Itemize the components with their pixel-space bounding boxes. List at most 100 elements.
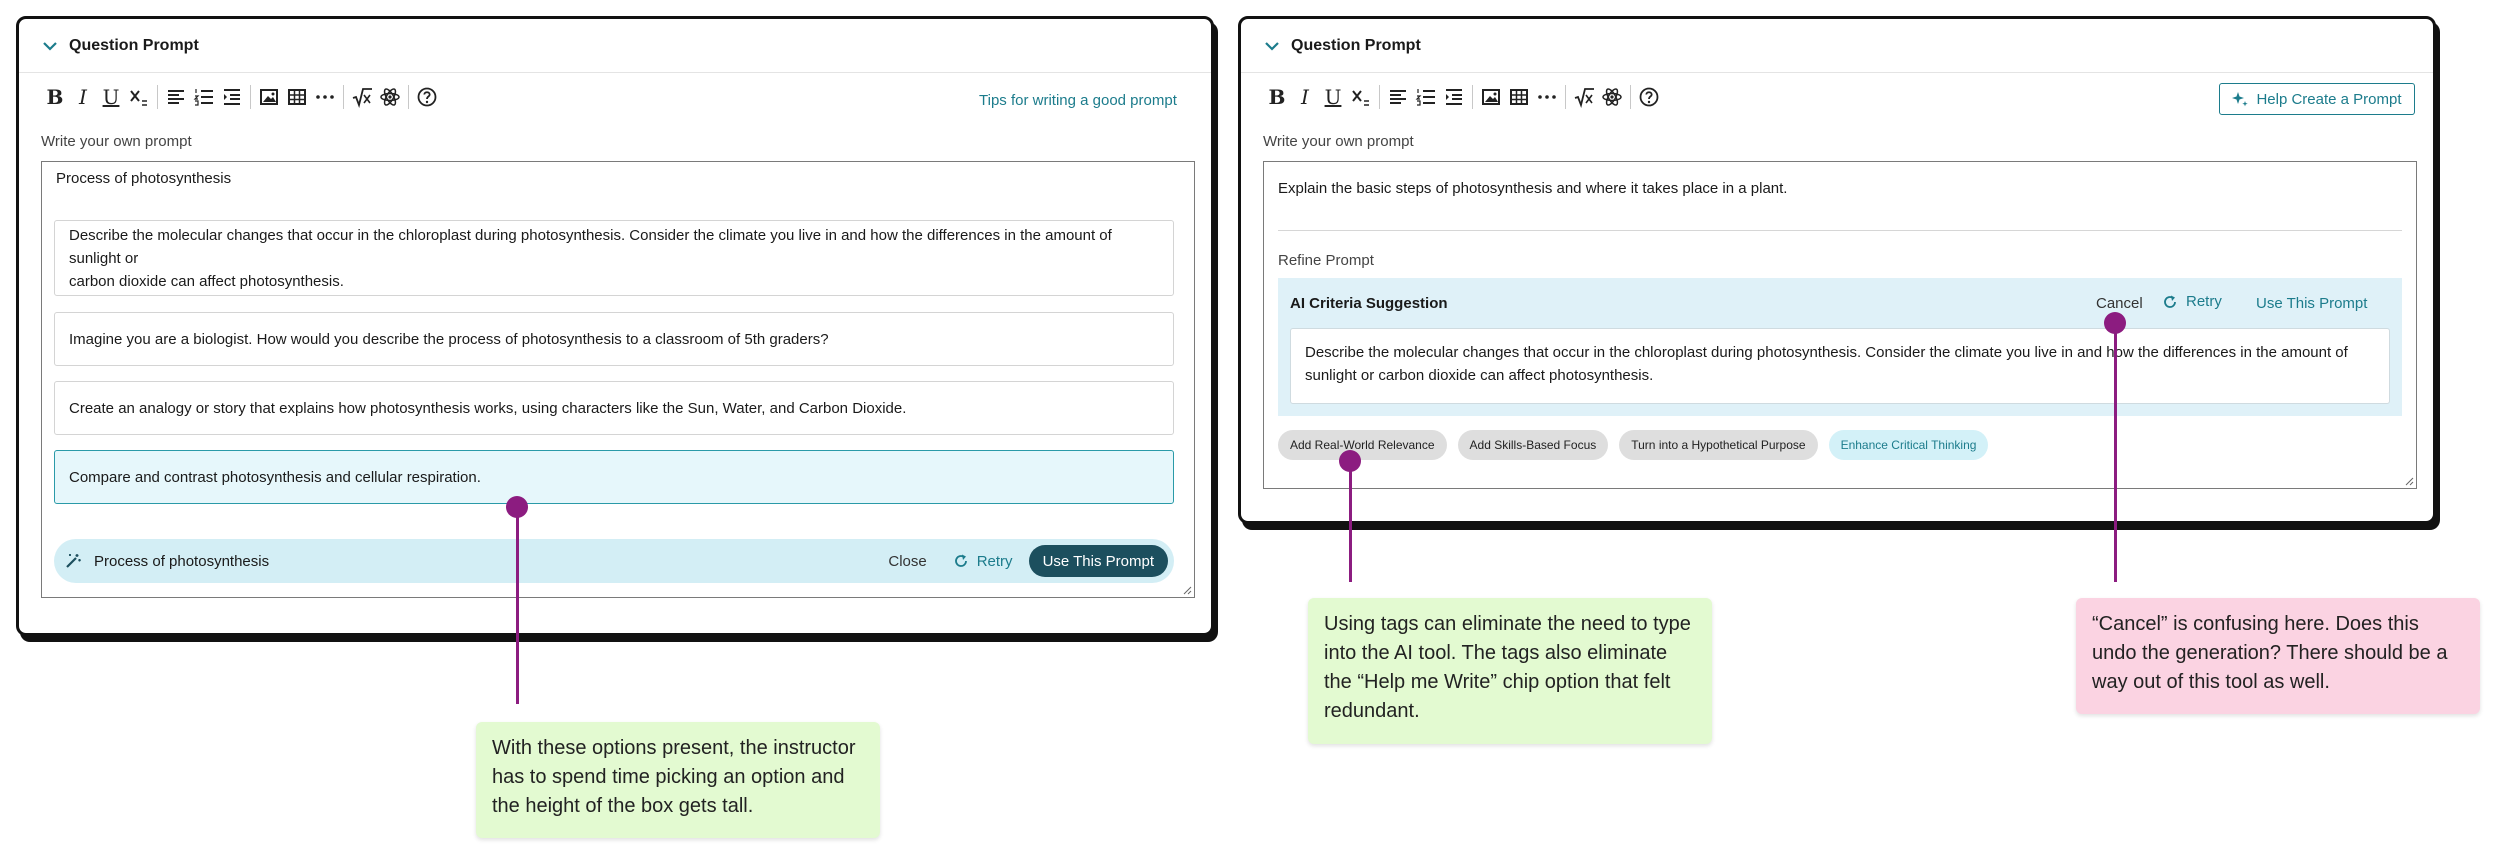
- suggestion-option-selected[interactable]: Compare and contrast photosynthesis and …: [54, 450, 1174, 504]
- question-circle-icon: [417, 87, 437, 107]
- tag-critical-thinking[interactable]: Enhance Critical Thinking: [1828, 430, 1989, 460]
- prompt-editor[interactable]: Process of photosynthesis Describe the m…: [41, 161, 1195, 598]
- ai-suggestion-text[interactable]: Describe the molecular changes that occu…: [1290, 328, 2390, 404]
- use-this-prompt-button[interactable]: Use This Prompt: [2256, 295, 2367, 312]
- indent-button[interactable]: [218, 83, 246, 111]
- table-icon: [288, 89, 306, 105]
- toolbar-divider: [250, 85, 251, 109]
- editor-divider: [1278, 230, 2402, 231]
- retry-button[interactable]: Retry: [953, 553, 1013, 570]
- align-button[interactable]: [1384, 83, 1412, 111]
- magic-wand-icon: [66, 554, 81, 568]
- annotation-pin: [506, 496, 528, 518]
- align-button[interactable]: [162, 83, 190, 111]
- indent-icon: [1446, 89, 1462, 105]
- table-icon: [1510, 89, 1528, 105]
- toolbar-divider: [1379, 85, 1380, 109]
- tag-real-world-relevance[interactable]: Add Real-World Relevance: [1278, 430, 1447, 460]
- more-options-button[interactable]: [1533, 83, 1561, 111]
- subscript-button[interactable]: [125, 83, 153, 111]
- suggestion-option[interactable]: Imagine you are a biologist. How would y…: [54, 312, 1174, 366]
- refresh-icon: [2164, 295, 2176, 308]
- numbered-list-button[interactable]: [190, 83, 218, 111]
- subscript-icon: [130, 90, 147, 106]
- chevron-down-icon[interactable]: [41, 37, 59, 55]
- resize-handle-icon[interactable]: [2404, 476, 2414, 486]
- numbered-list-button[interactable]: [1412, 83, 1440, 111]
- italic-button[interactable]: I: [1291, 83, 1319, 111]
- atom-icon: [1602, 88, 1622, 106]
- use-this-prompt-button[interactable]: Use This Prompt: [1028, 545, 1168, 577]
- retry-label: Retry: [2186, 293, 2222, 310]
- square-root-icon: [1574, 88, 1594, 108]
- option-text: Imagine you are a biologist. How would y…: [69, 330, 829, 348]
- subscript-button[interactable]: [1347, 83, 1375, 111]
- write-prompt-label: Write your own prompt: [41, 133, 192, 150]
- panel-header[interactable]: Question Prompt: [19, 19, 1211, 73]
- suggestion-option[interactable]: Create an analogy or story that explains…: [54, 381, 1174, 435]
- prompt-editor[interactable]: Explain the basic steps of photosynthesi…: [1263, 161, 2417, 489]
- ai-bar-text[interactable]: Process of photosynthesis: [94, 553, 888, 570]
- tag-skills-based-focus[interactable]: Add Skills-Based Focus: [1457, 430, 1609, 460]
- numbered-list-icon: [193, 89, 213, 106]
- question-prompt-panel-right: Question Prompt B I U Help Create a Prom…: [1238, 16, 2436, 524]
- chemistry-button[interactable]: [1598, 83, 1626, 111]
- chemistry-button[interactable]: [376, 83, 404, 111]
- panel-header[interactable]: Question Prompt: [1241, 19, 2433, 73]
- annotation-note: Using tags can eliminate the need to typ…: [1308, 598, 1712, 744]
- panel-title: Question Prompt: [1291, 36, 1421, 54]
- annotation-pin: [2104, 312, 2126, 334]
- help-create-prompt-button[interactable]: Help Create a Prompt: [2219, 83, 2415, 115]
- tag-hypothetical-purpose[interactable]: Turn into a Hypothetical Purpose: [1619, 430, 1818, 460]
- toolbar-divider: [157, 85, 158, 109]
- refine-tags: Add Real-World Relevance Add Skills-Base…: [1278, 430, 1989, 460]
- option-line: carbon dioxide can affect photosynthesis…: [69, 272, 344, 290]
- insert-table-button[interactable]: [1505, 83, 1533, 111]
- more-options-button[interactable]: [311, 83, 339, 111]
- help-button[interactable]: [413, 83, 441, 111]
- option-text: Create an analogy or story that explains…: [69, 399, 907, 417]
- insert-image-button[interactable]: [255, 83, 283, 111]
- refresh-icon: [954, 554, 967, 567]
- chevron-down-icon[interactable]: [1263, 37, 1281, 55]
- bold-button[interactable]: B: [41, 83, 69, 111]
- align-left-icon: [1390, 90, 1406, 104]
- insert-image-button[interactable]: [1477, 83, 1505, 111]
- indent-button[interactable]: [1440, 83, 1468, 111]
- indent-icon: [224, 89, 240, 105]
- ai-prompt-bar: Process of photosynthesis Close Retry Us…: [54, 539, 1174, 583]
- align-left-icon: [168, 90, 184, 104]
- refine-prompt-label: Refine Prompt: [1278, 252, 1374, 269]
- prompt-text[interactable]: Explain the basic steps of photosynthesi…: [1278, 180, 1787, 197]
- insert-table-button[interactable]: [283, 83, 311, 111]
- image-icon: [260, 89, 278, 105]
- ai-criteria-title: AI Criteria Suggestion: [1290, 295, 1448, 312]
- suggestion-line: sunlight or carbon dioxide can affect ph…: [1305, 367, 1654, 384]
- suggestion-line: Describe the molecular changes that occu…: [1305, 344, 2348, 361]
- suggestion-option[interactable]: Describe the molecular changes that occu…: [54, 220, 1174, 296]
- annotation-pin: [1339, 450, 1361, 472]
- underline-button[interactable]: U: [97, 83, 125, 111]
- sparkle-icon: [2232, 92, 2249, 107]
- italic-button[interactable]: I: [69, 83, 97, 111]
- retry-button[interactable]: Retry: [2162, 293, 2222, 310]
- toolbar-divider: [1472, 85, 1473, 109]
- toolbar-divider: [408, 85, 409, 109]
- resize-handle-icon[interactable]: [1182, 585, 1192, 595]
- math-button[interactable]: [348, 83, 376, 111]
- math-button[interactable]: [1570, 83, 1598, 111]
- underline-button[interactable]: U: [1319, 83, 1347, 111]
- help-button[interactable]: [1635, 83, 1663, 111]
- annotation-pin-line: [516, 508, 519, 704]
- bold-button[interactable]: B: [1263, 83, 1291, 111]
- more-icon: [316, 95, 334, 99]
- image-icon: [1482, 89, 1500, 105]
- annotation-pin-line: [2114, 324, 2117, 582]
- cancel-button[interactable]: Cancel: [2096, 295, 2143, 312]
- tips-link[interactable]: Tips for writing a good prompt: [979, 92, 1177, 109]
- close-button[interactable]: Close: [888, 553, 926, 570]
- rich-text-toolbar: B I U: [1263, 81, 1663, 113]
- prompt-text[interactable]: Process of photosynthesis: [56, 170, 231, 187]
- rich-text-toolbar: B I U: [41, 81, 441, 113]
- numbered-list-icon: [1415, 89, 1435, 106]
